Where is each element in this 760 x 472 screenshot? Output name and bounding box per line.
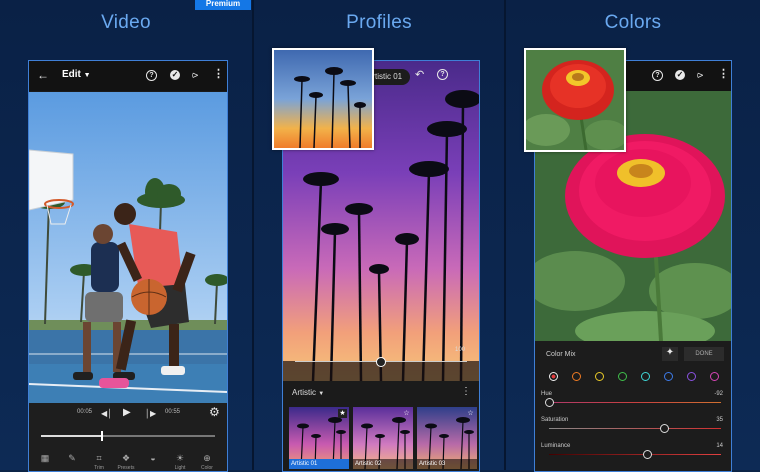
slider-value: 14 xyxy=(716,443,723,449)
more-options-icon[interactable]: ⋮ xyxy=(718,68,729,80)
step-forward-icon[interactable]: │▶ xyxy=(145,408,156,420)
gear-icon[interactable]: ⚙ xyxy=(209,406,220,418)
tool-label: Presets xyxy=(117,465,135,471)
slider-label: Hue xyxy=(541,391,553,397)
sun-icon: ☀ xyxy=(175,453,185,463)
tool-sun[interactable]: ☀ Light xyxy=(168,453,192,471)
profile-category-dropdown[interactable]: Artistic ▼ xyxy=(292,388,324,397)
tool-crop[interactable]: ⌗ Trim xyxy=(87,453,111,471)
done-button[interactable]: DONE xyxy=(684,347,724,361)
profiles-title: Profiles xyxy=(346,12,412,33)
color-channel-dot[interactable] xyxy=(549,372,558,381)
amount-value: 100 xyxy=(455,347,466,353)
slider-handle[interactable] xyxy=(660,424,670,433)
slider-track[interactable] xyxy=(549,424,721,433)
favorite-star-icon[interactable]: ☆ xyxy=(466,409,475,418)
color-channel-dot[interactable] xyxy=(641,372,650,381)
slider-handle[interactable] xyxy=(545,398,554,407)
target-adjust-icon[interactable]: ✦ xyxy=(662,347,678,361)
original-photo-inset xyxy=(272,48,374,150)
video-scrubber[interactable] xyxy=(41,431,215,441)
premium-badge: Premium xyxy=(195,0,251,10)
original-flower-thumbnail xyxy=(526,50,624,150)
presets-icon: ❖ xyxy=(121,453,131,463)
back-arrow-icon[interactable]: ← xyxy=(37,69,49,81)
video-controls: 00:05 ◀│ ▶ │▶ 00:55 ⚙ ▦ ✎ ⌗ Trim ❖ Presets ◒ ☀ L… xyxy=(29,403,227,471)
video-title: Video xyxy=(101,12,151,33)
checkmark-icon[interactable]: ✓ xyxy=(170,70,180,80)
slider-value: 35 xyxy=(716,417,723,423)
color-channel-dot[interactable] xyxy=(687,372,696,381)
color-mix-title: Color Mix xyxy=(546,351,576,358)
color-channel-dot[interactable] xyxy=(664,372,673,381)
tool-film[interactable]: ▦ xyxy=(33,453,57,465)
colors-title: Colors xyxy=(604,12,662,33)
more-options-icon[interactable]: ⋮ xyxy=(213,68,224,80)
amount-slider[interactable] xyxy=(295,357,467,367)
video-top-bar: ← Edit ▼ ? ✓ ⪧ ⋮ xyxy=(29,61,227,91)
scrubber-playhead[interactable] xyxy=(100,431,103,441)
chevron-down-icon: ▼ xyxy=(318,391,325,397)
tool-label: Light xyxy=(174,465,186,471)
favorite-star-icon[interactable]: ☆ xyxy=(402,409,411,418)
original-sunset-thumbnail xyxy=(274,50,372,148)
color-channel-dot[interactable] xyxy=(618,372,627,381)
profile-thumbnail[interactable]: ★ Artistic 01 xyxy=(289,407,349,469)
slider-label: Luminance xyxy=(541,443,571,449)
original-flower-inset xyxy=(524,48,626,152)
color-sliders: Hue -92 Saturation 35 Luminance 14 xyxy=(535,391,731,471)
color-mix-panel: Color Mix ✦ DONE Hue -92 Saturation 35 Lumin… xyxy=(535,341,731,471)
video-tool-row: ▦ ✎ ⌗ Trim ❖ Presets ◒ ☀ Light ⊕ Color xyxy=(33,453,223,471)
help-icon[interactable]: ? xyxy=(652,70,663,81)
crop-icon: ⌗ xyxy=(96,453,102,463)
scrubber-progress xyxy=(41,435,102,437)
time-start: 00:05 xyxy=(77,409,93,415)
slider-label: Saturation xyxy=(541,417,569,423)
slider-value: -92 xyxy=(714,391,723,397)
time-end: 00:55 xyxy=(165,409,181,415)
profile-thumbnails: ★ Artistic 01 ☆ Artistic 02 ☆ Artistic 03 xyxy=(289,407,479,469)
more-options-icon[interactable]: ⋮ xyxy=(461,386,471,398)
profiles-browser: Artistic ▼ ⋮ ★ Artistic 01 ☆ Artistic 02 ☆ Ar… xyxy=(283,381,479,471)
profile-thumbnail-label: Artistic 01 xyxy=(289,459,349,469)
brush-icon: ✎ xyxy=(68,453,76,463)
color-channel-dot[interactable] xyxy=(710,372,719,381)
tool-presets[interactable]: ❖ Presets xyxy=(114,453,138,471)
play-icon[interactable]: ▶ xyxy=(123,407,131,419)
share-icon[interactable]: ⪧ xyxy=(697,69,703,81)
tool-drop[interactable]: ◒ xyxy=(141,453,165,464)
film-icon: ▦ xyxy=(40,453,50,463)
amount-slider-handle[interactable] xyxy=(376,357,386,367)
step-back-icon[interactable]: ◀│ xyxy=(101,408,112,420)
help-icon[interactable]: ? xyxy=(437,69,448,80)
chevron-down-icon: ▼ xyxy=(83,72,91,79)
profile-thumbnail-label: Artistic 02 xyxy=(353,459,413,469)
color-channel-dot[interactable] xyxy=(595,372,604,381)
video-phone-screen: ← Edit ▼ ? ✓ ⪧ ⋮ 00:05 ◀│ ▶ │▶ 00:55 ⚙ ▦… xyxy=(28,60,228,472)
slider-handle[interactable] xyxy=(643,450,653,459)
edit-menu[interactable]: Edit ▼ xyxy=(62,69,91,80)
undo-icon[interactable]: ↶ xyxy=(415,69,424,81)
profile-thumbnail[interactable]: ☆ Artistic 02 xyxy=(353,407,413,469)
tool-thermometer[interactable]: ⊕ Color xyxy=(195,453,219,471)
color-channel-dot[interactable] xyxy=(572,372,581,381)
basketball-video-frame xyxy=(29,92,227,403)
tool-label: Trim xyxy=(94,465,104,471)
checkmark-icon[interactable]: ✓ xyxy=(675,70,685,80)
help-icon[interactable]: ? xyxy=(146,70,157,81)
share-icon[interactable]: ⪧ xyxy=(192,69,198,81)
favorite-star-icon[interactable]: ★ xyxy=(338,409,347,418)
drop-icon: ◒ xyxy=(150,453,156,463)
tool-label: Color xyxy=(201,465,213,471)
slider-track[interactable] xyxy=(549,450,721,459)
tool-brush[interactable]: ✎ xyxy=(60,453,84,465)
profile-thumbnail-label: Artistic 03 xyxy=(417,459,477,469)
profile-thumbnail[interactable]: ☆ Artistic 03 xyxy=(417,407,477,469)
thermometer-icon: ⊕ xyxy=(203,453,211,463)
video-panel: Video Premium ← Edit ▼ ? ✓ ⪧ ⋮ 00:05 ◀│ … xyxy=(0,0,252,472)
color-channel-selector xyxy=(549,372,724,383)
slider-track[interactable] xyxy=(545,398,721,407)
